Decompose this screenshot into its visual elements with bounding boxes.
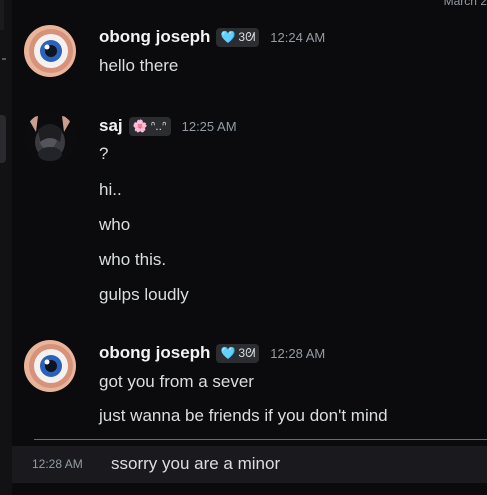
username[interactable]: obong joseph: [99, 343, 210, 363]
message-text: hello there: [99, 56, 179, 75]
new-messages-divider: [34, 439, 487, 440]
timestamp[interactable]: 12:24 AM: [270, 30, 325, 45]
message-text: ssorry you are a minor: [111, 454, 281, 473]
heart-icon: 🩵: [220, 346, 236, 360]
message-text: who: [99, 215, 131, 234]
heart-icon: 🩵: [220, 30, 236, 44]
message-text: who this.: [99, 250, 167, 269]
server-tag-text: 3ᘛ: [238, 29, 256, 44]
username[interactable]: saj: [99, 116, 123, 136]
flower-icon: 🌸: [132, 119, 148, 133]
eyeball-avatar-icon: [24, 340, 76, 392]
server-list-edge: [0, 0, 12, 495]
message-text: ?: [99, 144, 109, 163]
timestamp[interactable]: 12:28 AM: [270, 346, 325, 361]
message-header: obong joseph 🩵 3ᘛ 12:28 AM: [99, 343, 325, 363]
eyeball-avatar-icon: [24, 25, 76, 77]
server-tag[interactable]: 🩵 3ᘛ: [216, 343, 260, 363]
rail-separator: [2, 58, 6, 60]
rail-block: [0, 0, 4, 30]
date-divider-label: March 2: [443, 0, 487, 8]
avatar[interactable]: [24, 25, 76, 77]
cat-ears-avatar-icon: [24, 112, 76, 164]
hovered-message-row[interactable]: 12:28 AM ssorry you are a minor: [12, 446, 487, 483]
username[interactable]: obong joseph: [99, 27, 210, 47]
avatar[interactable]: [24, 112, 76, 164]
message-text: got you from a sever: [99, 372, 254, 391]
avatar[interactable]: [24, 340, 76, 392]
server-tag[interactable]: 🌸 ᐢ..ᐢ: [128, 116, 171, 136]
message-header: obong joseph 🩵 3ᘛ 12:24 AM: [99, 27, 325, 47]
message-text: hi..: [99, 180, 122, 199]
server-tag[interactable]: 🩵 3ᘛ: [216, 27, 260, 47]
hover-timestamp[interactable]: 12:28 AM: [32, 457, 83, 471]
server-tag-text: ᐢ..ᐢ: [150, 119, 167, 133]
message-text: just wanna be friends if you don't mind: [99, 406, 388, 425]
channel-selected-indicator[interactable]: [0, 115, 6, 163]
message-header: saj 🌸 ᐢ..ᐢ 12:25 AM: [99, 116, 237, 136]
timestamp[interactable]: 12:25 AM: [182, 119, 237, 134]
server-tag-text: 3ᘛ: [238, 345, 256, 360]
message-text: gulps loudly: [99, 285, 189, 304]
